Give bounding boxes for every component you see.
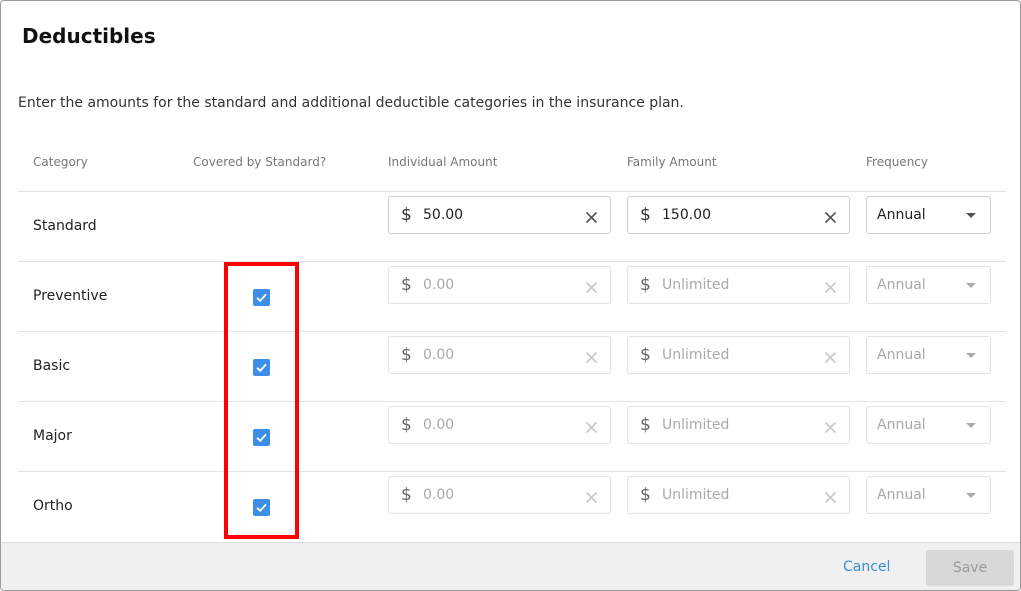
table-row: Basic $0.00 $ Unlimited Annual xyxy=(18,331,1006,401)
family-amount-value: Unlimited xyxy=(662,347,730,363)
chevron-down-icon xyxy=(966,353,976,358)
frequency-select[interactable]: Annual xyxy=(866,476,991,514)
family-amount-value: Unlimited xyxy=(662,417,730,433)
category-label: Basic xyxy=(33,358,71,374)
clear-icon[interactable] xyxy=(824,279,837,294)
family-amount-field[interactable]: $ Unlimited xyxy=(627,336,850,374)
individual-amount-field[interactable]: $50.00 xyxy=(388,196,611,234)
deductibles-dialog: Deductibles Enter the amounts for the st… xyxy=(0,0,1021,591)
table-row: Standard $50.00 $150.00 Annual xyxy=(18,191,1006,261)
chevron-down-icon xyxy=(966,423,976,428)
column-header-frequency: Frequency xyxy=(866,155,928,169)
individual-amount-value: 0.00 xyxy=(423,487,455,503)
frequency-select[interactable]: Annual xyxy=(866,406,991,444)
family-amount-field[interactable]: $150.00 xyxy=(627,196,850,234)
dollar-icon: $ xyxy=(401,345,412,365)
table-row: Preventive $0.00 $ Unlimited Annual xyxy=(18,261,1006,331)
frequency-select[interactable]: Annual xyxy=(866,266,991,304)
column-header-individual: Individual Amount xyxy=(388,155,498,169)
dollar-icon: $ xyxy=(401,415,412,435)
dollar-icon: $ xyxy=(640,275,651,295)
column-header-category: Category xyxy=(33,155,88,169)
frequency-value: Annual xyxy=(877,487,926,503)
family-amount-field[interactable]: $ Unlimited xyxy=(627,476,850,514)
frequency-select[interactable]: Annual xyxy=(866,196,991,234)
checkmark-icon xyxy=(256,503,267,513)
clear-icon[interactable] xyxy=(824,489,837,504)
dollar-icon: $ xyxy=(401,485,412,505)
family-amount-value: Unlimited xyxy=(662,277,730,293)
frequency-value: Annual xyxy=(877,207,926,223)
clear-icon[interactable] xyxy=(824,209,837,224)
table-row: Ortho $0.00 $ Unlimited Annual xyxy=(18,471,1006,541)
individual-amount-value: 0.00 xyxy=(423,417,455,433)
dialog-description: Enter the amounts for the standard and a… xyxy=(18,95,684,111)
dollar-icon: $ xyxy=(401,275,412,295)
category-label: Ortho xyxy=(33,498,73,514)
table-row: Major $0.00 $ Unlimited Annual xyxy=(18,401,1006,471)
covered-checkbox[interactable] xyxy=(253,429,270,446)
covered-checkbox[interactable] xyxy=(253,499,270,516)
clear-icon[interactable] xyxy=(585,489,598,504)
clear-icon[interactable] xyxy=(585,209,598,224)
checkmark-icon xyxy=(256,363,267,373)
individual-amount-field[interactable]: $0.00 xyxy=(388,406,611,444)
individual-amount-value: 0.00 xyxy=(423,277,455,293)
dollar-icon: $ xyxy=(640,485,651,505)
clear-icon[interactable] xyxy=(585,279,598,294)
dollar-icon: $ xyxy=(401,205,412,225)
family-amount-field[interactable]: $ Unlimited xyxy=(627,406,850,444)
chevron-down-icon xyxy=(966,213,976,218)
save-button[interactable]: Save xyxy=(926,550,1014,586)
covered-checkbox[interactable] xyxy=(253,289,270,306)
family-amount-value: 150.00 xyxy=(662,207,711,223)
checkmark-icon xyxy=(256,433,267,443)
clear-icon[interactable] xyxy=(585,349,598,364)
checkmark-icon xyxy=(256,293,267,303)
dollar-icon: $ xyxy=(640,345,651,365)
chevron-down-icon xyxy=(966,283,976,288)
frequency-value: Annual xyxy=(877,277,926,293)
dialog-title: Deductibles xyxy=(22,24,156,48)
covered-checkbox[interactable] xyxy=(253,359,270,376)
frequency-select[interactable]: Annual xyxy=(866,336,991,374)
clear-icon[interactable] xyxy=(585,419,598,434)
chevron-down-icon xyxy=(966,493,976,498)
category-label: Preventive xyxy=(33,288,108,304)
dollar-icon: $ xyxy=(640,415,651,435)
individual-amount-field[interactable]: $0.00 xyxy=(388,476,611,514)
category-label: Major xyxy=(33,428,72,444)
column-header-covered: Covered by Standard? xyxy=(193,155,327,169)
column-header-family: Family Amount xyxy=(627,155,717,169)
clear-icon[interactable] xyxy=(824,349,837,364)
frequency-value: Annual xyxy=(877,347,926,363)
clear-icon[interactable] xyxy=(824,419,837,434)
individual-amount-field[interactable]: $0.00 xyxy=(388,336,611,374)
frequency-value: Annual xyxy=(877,417,926,433)
individual-amount-value: 0.00 xyxy=(423,347,455,363)
dollar-icon: $ xyxy=(640,205,651,225)
family-amount-value: Unlimited xyxy=(662,487,730,503)
individual-amount-field[interactable]: $0.00 xyxy=(388,266,611,304)
category-label: Standard xyxy=(33,218,97,234)
cancel-button[interactable]: Cancel xyxy=(843,559,890,575)
dialog-footer: Cancel Save xyxy=(1,542,1020,590)
individual-amount-value: 50.00 xyxy=(423,207,464,223)
family-amount-field[interactable]: $ Unlimited xyxy=(627,266,850,304)
